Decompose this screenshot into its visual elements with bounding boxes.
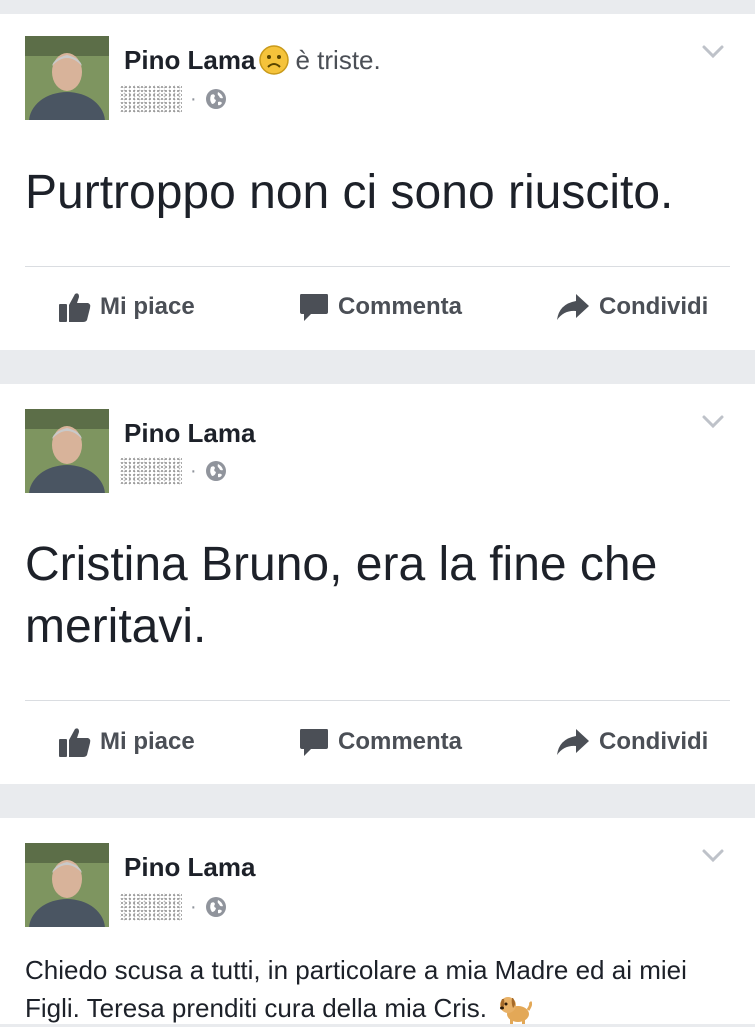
chevron-down-icon[interactable] [701, 848, 725, 864]
sad-face-icon [259, 45, 290, 75]
post-meta: · [120, 456, 227, 486]
like-button[interactable]: Mi piace [58, 282, 195, 332]
globe-icon [205, 89, 226, 109]
post-card-2: Pino Lama · Cristina Bruno, era la fine … [0, 384, 755, 784]
post-meta: · [120, 84, 227, 114]
post-meta: · [120, 892, 227, 922]
avatar[interactable] [25, 843, 109, 927]
speech-bubble-icon [300, 294, 328, 321]
speech-bubble-icon [300, 729, 328, 756]
like-label: Mi piace [100, 293, 195, 320]
comment-button[interactable]: Commenta [298, 282, 462, 332]
post-text-content: Chiedo scusa a tutti, in particolare a m… [25, 955, 687, 1023]
action-bar: Mi piace Commenta Condividi [0, 282, 755, 332]
share-arrow-icon [557, 729, 589, 755]
post-text: Purtroppo non ci sono riuscito. [25, 166, 674, 219]
meta-separator: · [190, 460, 197, 482]
author-name[interactable]: Pino Lama [124, 418, 255, 448]
comment-label: Commenta [338, 293, 463, 320]
share-arrow-icon [557, 294, 589, 320]
like-button[interactable]: Mi piace [58, 717, 195, 767]
share-label: Condividi [599, 728, 709, 755]
post-card-3: Pino Lama · Chiedo scusa a tutti, in par… [0, 818, 755, 1024]
meta-separator: · [190, 896, 197, 918]
feeling-text: è triste. [295, 45, 381, 75]
meta-separator: · [190, 88, 197, 110]
timestamp-redacted [120, 457, 182, 485]
author-line: Pino Lama [124, 418, 255, 448]
share-button[interactable]: Condividi [555, 282, 708, 332]
thumbs-up-icon [59, 293, 91, 322]
author-name[interactable]: Pino Lama [124, 45, 255, 75]
globe-icon [205, 461, 226, 481]
post-text: Chiedo scusa a tutti, in particolare a m… [25, 951, 725, 1027]
chevron-down-icon[interactable] [701, 44, 725, 60]
comment-button[interactable]: Commenta [298, 717, 462, 767]
like-label: Mi piace [100, 728, 195, 755]
divider [25, 700, 730, 701]
dog-emoji-icon [500, 997, 533, 1024]
share-button[interactable]: Condividi [555, 717, 708, 767]
comment-label: Commenta [338, 728, 463, 755]
chevron-down-icon[interactable] [701, 414, 725, 430]
author-name[interactable]: Pino Lama [124, 852, 255, 882]
thumbs-up-icon [59, 728, 91, 757]
avatar[interactable] [25, 36, 109, 120]
author-line: Pino Lama [124, 852, 255, 882]
divider [25, 266, 730, 267]
globe-icon [205, 897, 226, 917]
avatar[interactable] [25, 409, 109, 493]
timestamp-redacted [120, 893, 182, 921]
post-card-1: Pino Lama è triste. · Purtroppo non ci s… [0, 14, 755, 350]
action-bar: Mi piace Commenta Condividi [0, 717, 755, 767]
post-text: Cristina Bruno, era la fine che meritavi… [25, 538, 658, 653]
author-line: Pino Lama è triste. [124, 45, 381, 75]
timestamp-redacted [120, 85, 182, 113]
share-label: Condividi [599, 293, 709, 320]
